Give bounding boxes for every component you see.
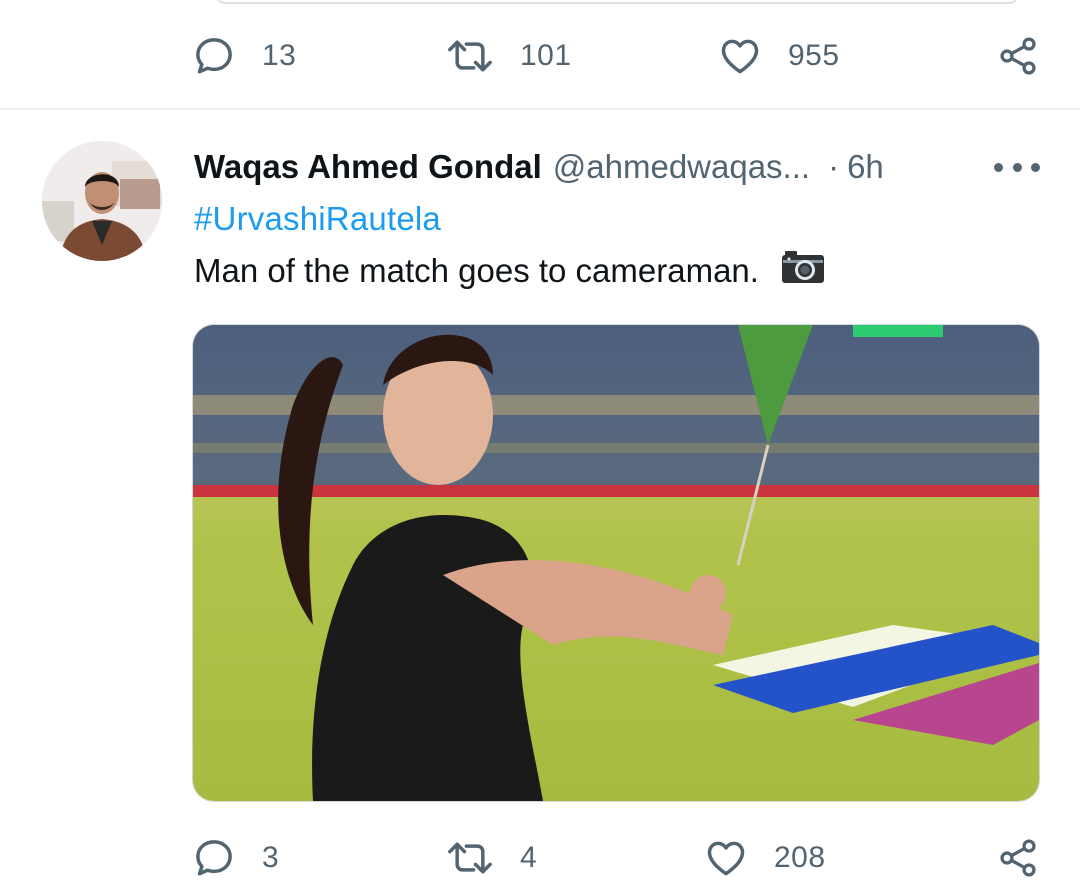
reply-count: 13 — [262, 39, 297, 72]
share-icon — [996, 34, 1040, 78]
like-count: 208 — [774, 841, 826, 874]
header-separator: · — [828, 148, 840, 185]
previous-tweet-action-bar: 13 101 955 — [0, 26, 1080, 86]
tweet-divider — [0, 108, 1080, 110]
like-button[interactable]: 208 — [704, 828, 826, 888]
retweet-count: 101 — [520, 39, 572, 72]
share-button[interactable] — [996, 828, 1040, 888]
tweet-body: Man of the match goes to cameraman. — [194, 250, 825, 292]
camera-emoji-icon — [781, 250, 825, 292]
like-count: 955 — [788, 39, 840, 72]
reply-count: 3 — [262, 841, 280, 874]
tweet-media-image[interactable] — [192, 324, 1040, 802]
heart-icon — [718, 34, 762, 78]
avatar[interactable] — [42, 141, 162, 261]
reply-icon — [192, 836, 236, 880]
share-icon — [996, 836, 1040, 880]
share-button[interactable] — [996, 26, 1040, 86]
reply-button[interactable]: 3 — [192, 828, 279, 888]
retweet-count: 4 — [520, 841, 538, 874]
more-options-icon — [994, 162, 1003, 172]
tweet-feed: 13 101 955 Waqas Ahmed Gondal @ahmedwaqa… — [0, 0, 1080, 895]
heart-icon — [704, 836, 748, 880]
more-options-dot — [1012, 162, 1022, 172]
retweet-button[interactable]: 4 — [446, 828, 537, 888]
tweet-header: Waqas Ahmed Gondal @ahmedwaqas... · 6h — [194, 145, 884, 189]
tweet-action-bar: 3 4 208 — [0, 828, 1080, 888]
previous-tweet-media-edge — [215, 0, 1019, 4]
more-options-dot — [1031, 162, 1040, 172]
more-options-button[interactable] — [994, 160, 1040, 174]
retweet-icon — [446, 836, 494, 880]
retweet-button[interactable]: 101 — [446, 26, 572, 86]
tweet-text: Man of the match goes to cameraman. — [194, 252, 759, 289]
reply-button[interactable]: 13 — [192, 26, 296, 86]
author-handle[interactable]: @ahmedwaqas... — [553, 148, 810, 186]
retweet-icon — [446, 34, 494, 78]
like-button[interactable]: 955 — [718, 26, 840, 86]
reply-icon — [192, 34, 236, 78]
tweet-timestamp[interactable]: 6h — [847, 148, 884, 186]
hashtag-link[interactable]: #UrvashiRautela — [194, 200, 441, 238]
author-name[interactable]: Waqas Ahmed Gondal — [194, 148, 542, 186]
